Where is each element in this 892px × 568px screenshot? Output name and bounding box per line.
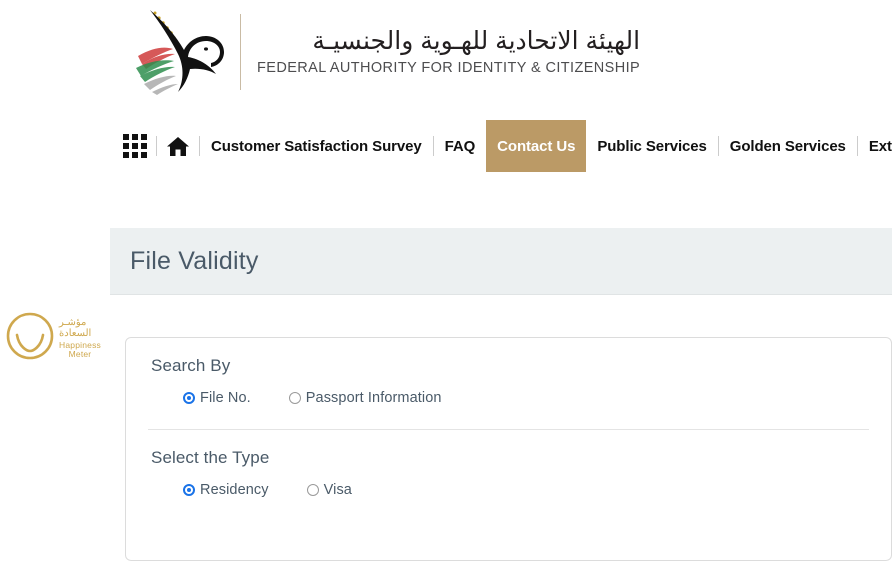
happiness-arabic-line-1: مؤشـر bbox=[59, 316, 87, 328]
nav-item-customer-satisfaction-survey[interactable]: Customer Satisfaction Survey bbox=[200, 120, 433, 172]
nav-item-public-services[interactable]: Public Services bbox=[586, 120, 717, 172]
home-icon bbox=[166, 136, 190, 157]
radio-indicator-unselected[interactable] bbox=[288, 392, 301, 404]
happiness-english-line-2: Meter bbox=[68, 349, 92, 359]
nav-left-spacer bbox=[0, 120, 114, 172]
happiness-english-line-1: Happiness bbox=[59, 339, 101, 350]
logo-arabic-title: الهيئة الاتحادية للهـوية والجنسيـة bbox=[312, 26, 641, 55]
logo-english-title: FEDERAL AUTHORITY FOR IDENTITY & CITIZEN… bbox=[257, 59, 641, 76]
radio-option-residency[interactable]: Residency bbox=[183, 482, 269, 498]
grid-apps-icon bbox=[123, 134, 147, 158]
radio-label-residency: Residency bbox=[200, 482, 269, 498]
logo-divider bbox=[240, 14, 241, 90]
logo-wordmark: الهيئة الاتحادية للهـوية والجنسيـة FEDER… bbox=[257, 12, 640, 92]
page-title: File Validity bbox=[130, 247, 259, 275]
uae-falcon-logo-icon bbox=[126, 6, 230, 98]
nav-home-button[interactable] bbox=[157, 120, 199, 172]
radio-indicator-selected[interactable] bbox=[183, 484, 195, 496]
radio-option-passport-information[interactable]: Passport Information bbox=[288, 390, 442, 406]
radio-label-passport-information: Passport Information bbox=[305, 390, 442, 406]
site-header: الهيئة الاتحادية للهـوية والجنسيـة FEDER… bbox=[0, 0, 892, 112]
radio-option-file-no[interactable]: File No. bbox=[183, 390, 251, 406]
search-by-label: Search By bbox=[151, 356, 231, 375]
page-root: الهيئة الاتحادية للهـوية والجنسيـة FEDER… bbox=[0, 0, 892, 568]
radio-label-file-no: File No. bbox=[200, 390, 251, 406]
search-by-radio-group: File No. Passport Information bbox=[151, 390, 891, 406]
radio-option-visa[interactable]: Visa bbox=[306, 482, 352, 498]
happiness-arabic-line-2: السعادة bbox=[59, 327, 92, 339]
page-title-band: File Validity bbox=[110, 228, 892, 295]
search-by-section: Search By File No. Passport Information bbox=[126, 338, 891, 406]
radio-label-visa: Visa bbox=[323, 482, 352, 498]
nav-item-golden-services[interactable]: Golden Services bbox=[719, 120, 857, 172]
nav-item-extend-visa-services[interactable]: Extend visa s bbox=[858, 120, 892, 172]
nav-item-faq[interactable]: FAQ bbox=[434, 120, 487, 172]
select-type-radio-group: Residency Visa bbox=[151, 482, 891, 498]
file-validity-form-card: Search By File No. Passport Information … bbox=[125, 337, 892, 561]
select-type-label: Select the Type bbox=[151, 448, 270, 467]
radio-indicator-selected[interactable] bbox=[183, 392, 195, 404]
happiness-smile-icon bbox=[4, 310, 56, 367]
happiness-meter-widget[interactable]: مؤشـر السعادة Happiness Meter bbox=[4, 310, 112, 366]
site-logo[interactable]: الهيئة الاتحادية للهـوية والجنسيـة FEDER… bbox=[126, 6, 640, 98]
nav-apps-button[interactable] bbox=[114, 120, 156, 172]
radio-indicator-unselected[interactable] bbox=[306, 484, 319, 496]
nav-item-contact-us[interactable]: Contact Us bbox=[486, 120, 587, 172]
main-navigation: Customer Satisfaction Survey FAQ Contact… bbox=[0, 120, 892, 172]
select-type-section: Select the Type Residency Visa bbox=[126, 430, 891, 498]
happiness-meter-text: مؤشـر السعادة Happiness Meter bbox=[59, 316, 101, 359]
